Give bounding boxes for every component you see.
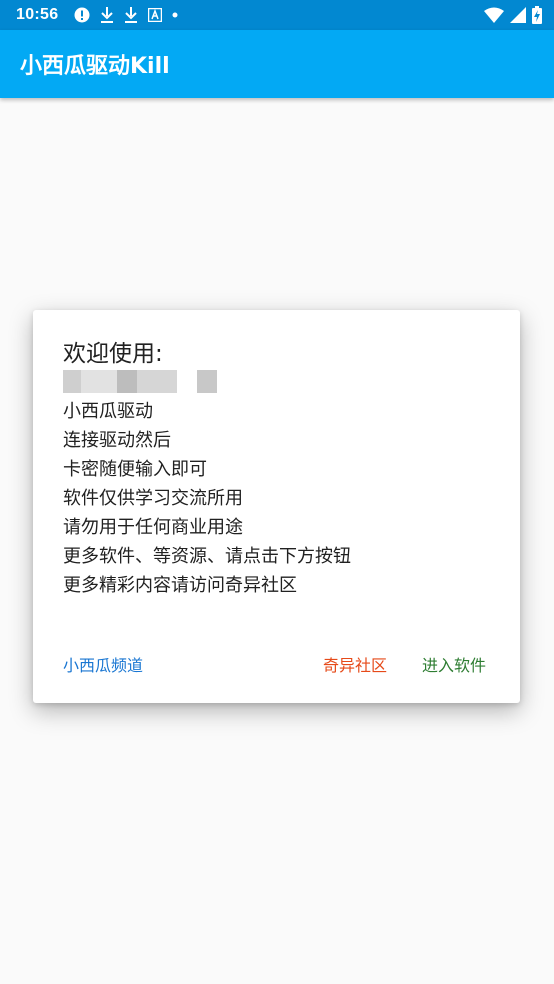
dialog-title: 欢迎使用:: [63, 341, 163, 367]
dialog-body: 小西瓜驱动 连接驱动然后 卡密随便输入即可 软件仅供学习交流所用 请勿用于任何商…: [63, 368, 493, 600]
body-line: 连接驱动然后: [63, 430, 171, 451]
body-line: 卡密随便输入即可: [63, 459, 207, 480]
body-line: 更多精彩内容请访问奇异社区: [63, 575, 297, 596]
body-line: 小西瓜驱动: [63, 401, 153, 422]
status-bar: 10:56: [0, 0, 554, 30]
dialog-actions: 小西瓜频道 奇异社区 进入软件: [33, 652, 520, 682]
qiyi-community-button[interactable]: 奇异社区: [323, 652, 387, 676]
status-time: 10:56: [16, 6, 59, 23]
status-icons-left: [74, 7, 178, 23]
app-bar: 小西瓜驱动Kill: [0, 30, 554, 98]
signal-icon: [510, 7, 526, 23]
body-line: 更多软件、等资源、请点击下方按钮: [63, 546, 351, 567]
body-line: 请勿用于任何商业用途: [63, 517, 243, 538]
battery-charging-icon: [532, 6, 542, 24]
app-title: 小西瓜驱动Kill: [20, 54, 170, 79]
alert-icon: [74, 7, 90, 23]
download-icon: [124, 7, 138, 23]
redacted-text: [63, 368, 493, 397]
download-icon: [100, 7, 114, 23]
welcome-dialog: 欢迎使用: 小西瓜驱动 连接驱动然后 卡密随便输入即可 软件仅供学习交流所用 请…: [33, 310, 520, 703]
dot-icon: [172, 12, 178, 18]
status-icons-right: [484, 6, 542, 24]
enter-software-button[interactable]: 进入软件: [422, 652, 486, 676]
wifi-icon: [484, 7, 504, 23]
keyboard-a-icon: [148, 8, 163, 22]
body-line: 软件仅供学习交流所用: [63, 488, 243, 509]
xiaoxigua-channel-button[interactable]: 小西瓜频道: [63, 652, 143, 676]
